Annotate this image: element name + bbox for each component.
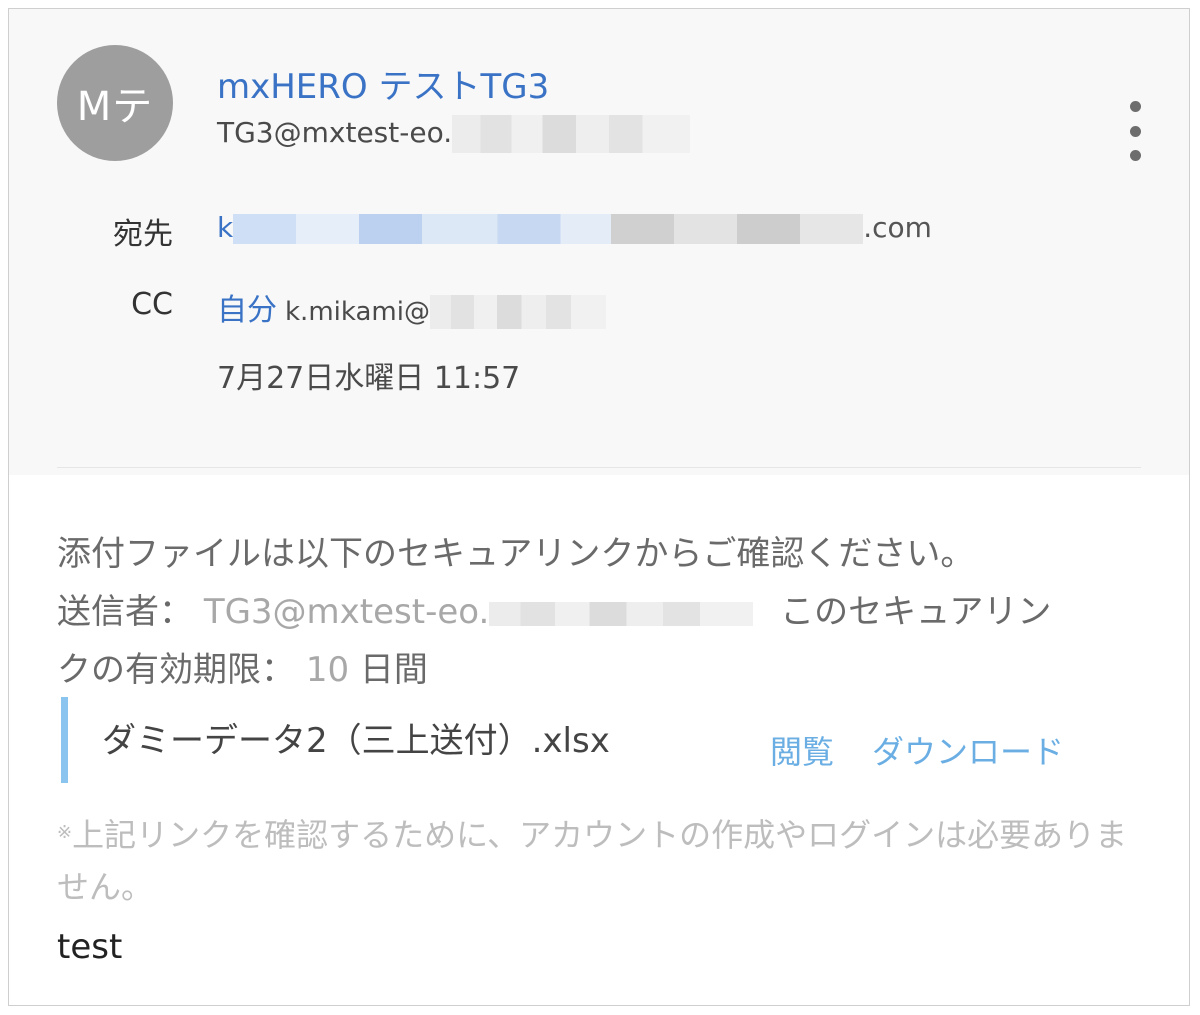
to-recipient[interactable]: k .com bbox=[217, 211, 932, 244]
intro-line: 添付ファイルは以下のセキュアリンクからご確認ください。 bbox=[57, 534, 975, 574]
notice-mark: ※ bbox=[57, 822, 73, 843]
redacted-domain bbox=[452, 115, 691, 153]
more-vert-icon[interactable] bbox=[1125, 101, 1145, 161]
redacted-cc-domain bbox=[429, 294, 606, 329]
email-view: Mテ mxHERO テストTG3 TG3@mxtest-eo. 宛先 k .com… bbox=[8, 8, 1190, 1006]
expiry-label-a: このセキュアリン bbox=[780, 592, 1052, 632]
redacted-recipient bbox=[233, 214, 864, 244]
expiry-label-b: クの有効期限： bbox=[57, 650, 295, 690]
sender-email-text: TG3@mxtest-eo. bbox=[217, 116, 453, 149]
view-link[interactable]: 閲覧 bbox=[770, 727, 834, 773]
cc-self-label: 自分 bbox=[217, 293, 277, 328]
header-divider bbox=[57, 467, 1141, 468]
sender-avatar[interactable]: Mテ bbox=[57, 45, 173, 161]
download-link[interactable]: ダウンロード bbox=[872, 727, 1064, 773]
sender-label: 送信者： bbox=[57, 592, 193, 632]
cc-label: CC bbox=[131, 287, 173, 322]
attachment-name: ダミーデータ2（三上送付）.xlsx bbox=[102, 721, 610, 761]
email-date: 7月27日水曜日 11:57 bbox=[217, 361, 521, 396]
expiry-line: クの有効期限： 10 日間 bbox=[57, 641, 1157, 699]
notice-body: 上記リンクを確認するために、アカウントの作成やログインは必要ありません。 bbox=[57, 816, 1128, 906]
sender-line: 送信者： TG3@mxtest-eo. このセキュアリン bbox=[57, 583, 1157, 641]
sender-email: TG3@mxtest-eo. bbox=[217, 115, 691, 153]
message-intro: 添付ファイルは以下のセキュアリンクからご確認ください。 送信者： TG3@mxt… bbox=[57, 525, 1157, 699]
body-sender-email: TG3@mxtest-eo. bbox=[203, 592, 490, 632]
redacted-body-domain bbox=[489, 601, 754, 626]
message-body: test bbox=[57, 927, 123, 967]
to-prefix: k bbox=[217, 211, 234, 244]
attachment-row: ダミーデータ2（三上送付）.xlsx 閲覧 ダウンロード bbox=[61, 697, 1141, 783]
email-header: Mテ mxHERO テストTG3 TG3@mxtest-eo. 宛先 k .com… bbox=[9, 9, 1189, 475]
to-label: 宛先 bbox=[113, 217, 173, 252]
sender-name[interactable]: mxHERO テストTG3 bbox=[217, 59, 549, 108]
expiry-value: 10 bbox=[305, 650, 350, 690]
cc-recipient[interactable]: 自分 k.mikami@ bbox=[217, 285, 606, 329]
cc-email: k.mikami@ bbox=[285, 297, 430, 327]
notice-text: ※上記リンクを確認するために、アカウントの作成やログインは必要ありません。 bbox=[57, 807, 1157, 913]
to-domain-suffix: .com bbox=[863, 211, 932, 244]
expiry-unit: 日間 bbox=[359, 650, 428, 690]
